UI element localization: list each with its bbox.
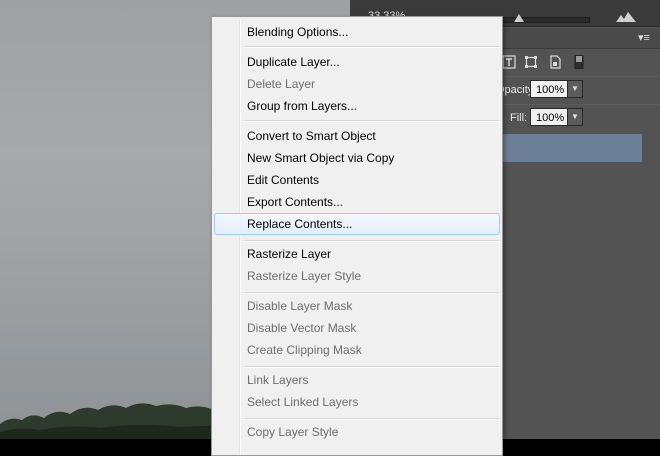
menu-item-label: Delete Layer — [247, 77, 316, 91]
menu-item-label: Disable Layer Mask — [247, 299, 353, 313]
shape-filter-icon[interactable] — [524, 55, 538, 69]
menu-separator — [244, 120, 500, 122]
menu-separator — [244, 418, 500, 420]
menu-item-label: Rasterize Layer Style — [247, 269, 362, 283]
type-filter-icon[interactable] — [502, 55, 516, 69]
opacity-input[interactable]: 100% — [530, 80, 570, 98]
menu-item-delete-layer[interactable]: Delete Layer — [214, 73, 500, 95]
menu-item-label: New Smart Object via Copy — [247, 151, 395, 165]
fill-label: Fill: — [510, 112, 528, 124]
menu-item-disable-vector-mask[interactable]: Disable Vector Mask — [214, 317, 500, 339]
menu-item-label: Blending Options... — [247, 25, 349, 39]
menu-item-new-smart-object-via-copy[interactable]: New Smart Object via Copy — [214, 147, 500, 169]
menu-item-select-linked-layers[interactable]: Select Linked Layers — [214, 391, 500, 413]
menu-item-label: Disable Vector Mask — [247, 321, 357, 335]
menu-item-link-layers[interactable]: Link Layers — [214, 369, 500, 391]
menu-item-label: Create Clipping Mask — [247, 343, 362, 357]
menu-item-rasterize-layer-style[interactable]: Rasterize Layer Style — [214, 265, 500, 287]
menu-item-rasterize-layer[interactable]: Rasterize Layer — [214, 243, 500, 265]
menu-item-replace-contents[interactable]: Replace Contents... — [214, 213, 500, 235]
menu-item-label: Duplicate Layer... — [247, 55, 340, 69]
menu-item-group-from-layers[interactable]: Group from Layers... — [214, 95, 500, 117]
menu-item-disable-layer-mask[interactable]: Disable Layer Mask — [214, 295, 500, 317]
menu-item-label: Select Linked Layers — [247, 395, 359, 409]
smart-object-filter-icon[interactable] — [548, 55, 562, 69]
menu-separator — [244, 292, 500, 294]
fill-dropdown-icon[interactable]: ▼ — [567, 108, 583, 126]
menu-separator — [244, 46, 500, 48]
menu-item-label: Replace Contents... — [247, 217, 353, 231]
menu-item-label: Convert to Smart Object — [247, 129, 376, 143]
opacity-dropdown-icon[interactable]: ▼ — [567, 80, 583, 98]
menu-item-label: Edit Contents — [247, 173, 320, 187]
selected-layer-row[interactable] — [500, 134, 642, 162]
menu-item-copy-layer-style[interactable]: Copy Layer Style — [214, 421, 500, 443]
menu-item-convert-to-smart-object[interactable]: Convert to Smart Object — [214, 125, 500, 147]
menu-item-label: Link Layers — [247, 373, 309, 387]
menu-item-label: Group from Layers... — [247, 99, 358, 113]
menu-separator — [244, 366, 500, 368]
menu-separator — [244, 240, 500, 242]
fill-input[interactable]: 100% — [530, 108, 570, 126]
zoom-slider-thumb[interactable] — [514, 14, 524, 22]
panel-menu-icon[interactable]: ▾≡ — [638, 31, 650, 44]
layer-context-menu: Blending Options... Duplicate Layer... D… — [211, 16, 503, 456]
menu-item-label: Copy Layer Style — [247, 425, 339, 439]
menu-item-duplicate-layer[interactable]: Duplicate Layer... — [214, 51, 500, 73]
menu-item-label: Export Contents... — [247, 195, 344, 209]
toggle-filter-icon[interactable] — [572, 55, 586, 69]
menu-item-label: Rasterize Layer — [247, 247, 332, 261]
layers-list — [500, 162, 660, 439]
menu-item-export-contents[interactable]: Export Contents... — [214, 191, 500, 213]
zoom-in-mountain-icon[interactable] — [616, 12, 636, 22]
menu-item-edit-contents[interactable]: Edit Contents — [214, 169, 500, 191]
menu-item-blending-options[interactable]: Blending Options... — [214, 21, 500, 43]
menu-item-create-clipping-mask[interactable]: Create Clipping Mask — [214, 339, 500, 361]
